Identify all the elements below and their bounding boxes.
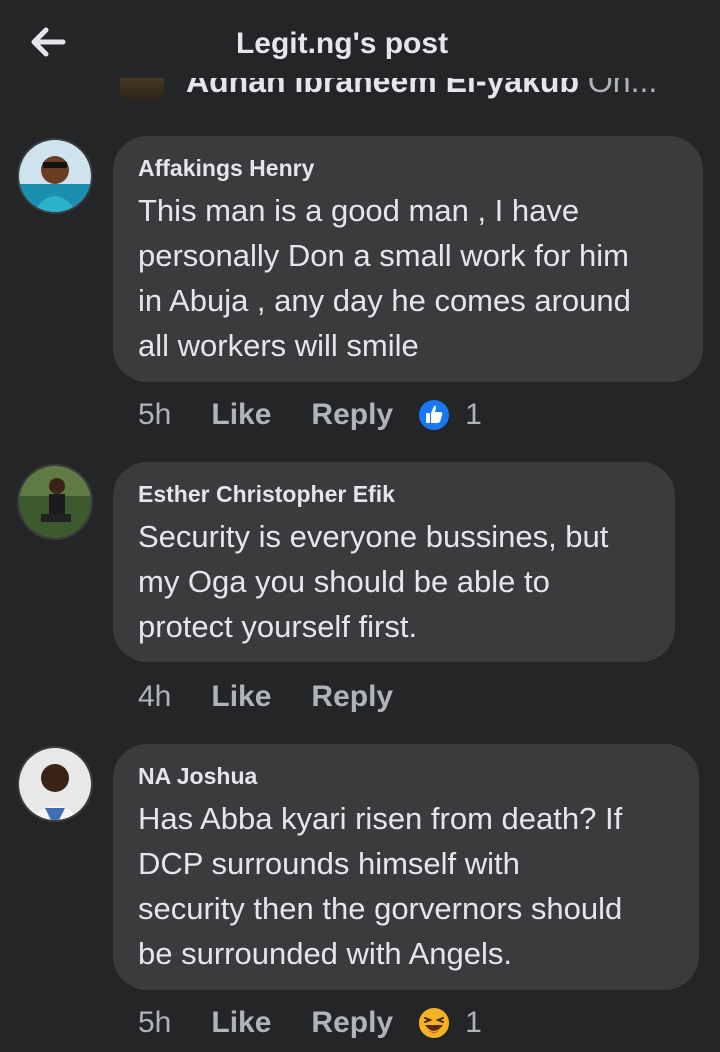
page-title: Legit.ng's post xyxy=(235,27,449,60)
like-button[interactable]: Like xyxy=(211,680,271,714)
comment-actions: 4h Like Reply xyxy=(138,680,417,714)
comment-text-line: Security is everyone bussines, but xyxy=(138,519,609,554)
comment-bubble[interactable]: NA Joshua Has Abba kyari risen from deat… xyxy=(113,744,699,990)
avatar[interactable] xyxy=(120,78,164,100)
reaction-count[interactable]: 1 xyxy=(465,398,482,432)
comment-text-line: in Abuja , any day he comes around xyxy=(138,283,631,318)
reaction-count[interactable]: 1 xyxy=(465,1006,482,1040)
partial-comment-text: On... xyxy=(578,78,658,99)
avatar-image xyxy=(19,466,91,538)
comment-author[interactable]: Esther Christopher Efik xyxy=(138,480,649,508)
comment-text-line: security then the gorvernors should xyxy=(138,891,623,926)
like-button[interactable]: Like xyxy=(211,1006,271,1040)
avatar[interactable] xyxy=(17,464,93,540)
comment-text-line: DCP surrounds himself with xyxy=(138,846,520,881)
comment-bubble[interactable]: Affakings Henry This man is a good man ,… xyxy=(113,136,703,382)
like-button[interactable]: Like xyxy=(211,398,271,432)
haha-reaction-icon[interactable] xyxy=(417,1006,452,1040)
comment-text-line: be surrounded with Angels. xyxy=(138,936,512,971)
comment-author[interactable]: Affakings Henry xyxy=(138,154,677,182)
comment-text-line: protect yourself first. xyxy=(138,609,418,644)
avatar-image xyxy=(19,748,91,820)
comment-text-line: Has Abba kyari risen from death? If xyxy=(138,801,623,836)
avatar[interactable] xyxy=(17,746,93,822)
comment-actions: 5h Like Reply 1 xyxy=(138,1006,482,1040)
comment-text-line: all workers will smile xyxy=(138,328,419,363)
reply-button[interactable]: Reply xyxy=(311,398,393,432)
comment-timestamp[interactable]: 4h xyxy=(138,680,171,714)
comment-text-line: personally Don a small work for him xyxy=(138,238,630,273)
like-reaction-icon[interactable] xyxy=(417,398,452,432)
reply-button[interactable]: Reply xyxy=(311,1006,393,1040)
comment-timestamp[interactable]: 5h xyxy=(138,1006,171,1040)
reply-button[interactable]: Reply xyxy=(311,680,393,714)
avatar[interactable] xyxy=(17,138,93,214)
comment-text-line: my Oga you should be able to xyxy=(138,564,550,599)
partial-comment-row: Adnan Ibraheem El-yakub On... xyxy=(120,78,680,104)
comment-text-line: This man is a good man , I have xyxy=(138,193,580,228)
comment-timestamp[interactable]: 5h xyxy=(138,398,171,432)
comment-author[interactable]: NA Joshua xyxy=(138,762,673,790)
partial-comment-author[interactable]: Adnan Ibraheem El-yakub On... xyxy=(186,78,657,100)
comment-actions: 5h Like Reply 1 xyxy=(138,398,482,432)
comment-bubble[interactable]: Esther Christopher Efik Security is ever… xyxy=(113,462,675,662)
avatar-image xyxy=(19,140,91,212)
